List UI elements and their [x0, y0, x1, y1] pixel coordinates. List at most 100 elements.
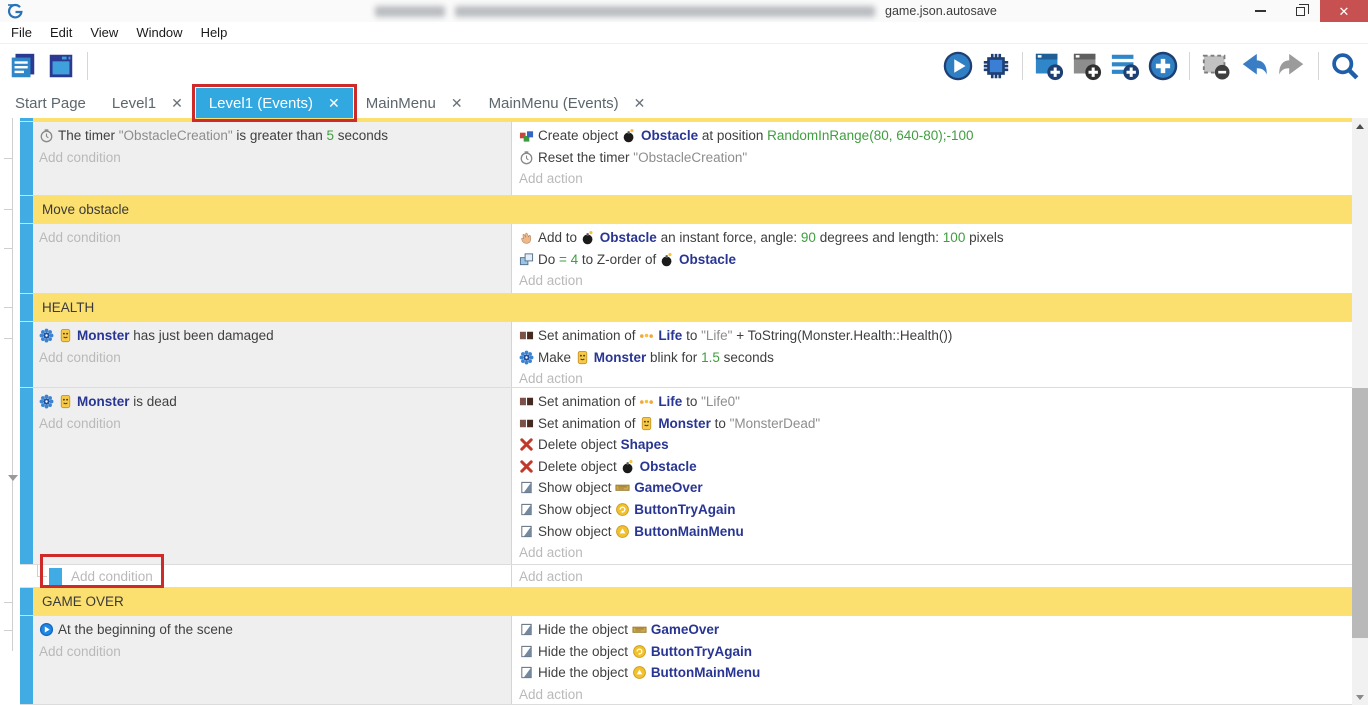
search-button[interactable] — [1328, 49, 1362, 83]
button-yellow2-icon — [632, 665, 647, 680]
restore-button[interactable] — [1280, 0, 1320, 22]
event-selection-bar[interactable] — [20, 616, 33, 704]
add-condition-link[interactable]: Add condition — [39, 147, 511, 169]
action-line[interactable]: Make Monster blink for 1.5 seconds — [519, 347, 1352, 369]
event-selection-bar[interactable] — [20, 388, 33, 564]
add-condition-link[interactable]: Add condition — [39, 641, 511, 663]
add-action-link[interactable]: Add action — [519, 368, 1352, 390]
menu-file[interactable]: File — [2, 22, 41, 43]
menu-help[interactable]: Help — [192, 22, 237, 43]
tab-start-page[interactable]: Start Page — [2, 88, 99, 118]
comment-label[interactable]: Move obstacle — [33, 196, 1352, 223]
add-condition-link[interactable]: Add condition — [71, 569, 153, 584]
visibility-icon — [519, 502, 534, 517]
action-line[interactable]: Hide the object ButtonMainMenu — [519, 662, 1352, 684]
event-selection-bar[interactable] — [20, 322, 33, 387]
tab-close-icon[interactable]: ✕ — [171, 95, 183, 112]
event-selection-bar[interactable] — [20, 588, 33, 615]
text-fragment: is greater than — [233, 128, 327, 143]
tab-mainmenu[interactable]: MainMenu✕ — [353, 88, 476, 118]
menu-window[interactable]: Window — [127, 22, 191, 43]
action-line[interactable]: Set animation of Monster to "MonsterDead… — [519, 413, 1352, 435]
vertical-scrollbar[interactable] — [1352, 118, 1368, 705]
redo-button[interactable] — [1275, 49, 1309, 83]
comment-label[interactable]: GAME OVER — [33, 588, 1352, 615]
add-subevent-button[interactable] — [1070, 49, 1104, 83]
toolbar-separator — [1189, 52, 1190, 80]
scrollbar-thumb[interactable] — [1352, 388, 1368, 638]
text-fragment: to Z-order of — [578, 252, 660, 267]
menu-edit[interactable]: Edit — [41, 22, 81, 43]
menu-view[interactable]: View — [81, 22, 127, 43]
action-line[interactable]: Set animation of Life to "Life" + ToStri… — [519, 325, 1352, 347]
event-selection-bar[interactable] — [20, 122, 33, 195]
condition-line[interactable]: At the beginning of the scene — [39, 619, 511, 641]
object-name: Obstacle — [641, 128, 698, 143]
add-comment-button[interactable] — [1108, 49, 1142, 83]
play-button[interactable] — [941, 49, 975, 83]
add-action-link[interactable]: Add action — [519, 168, 1352, 190]
event-selection-bar[interactable] — [49, 568, 62, 585]
action-line[interactable]: Reset the timer "ObstacleCreation" — [519, 147, 1352, 169]
add-event-button[interactable] — [1032, 49, 1066, 83]
tree-tick — [4, 307, 13, 308]
action-line[interactable]: Do = 4 to Z-order of Obstacle — [519, 249, 1352, 271]
string-parameter: "Life" — [701, 328, 732, 343]
expression-value: = 4 — [559, 252, 578, 267]
tab-mainmenu-events-[interactable]: MainMenu (Events)✕ — [476, 88, 659, 118]
button-yellow-icon — [615, 502, 630, 517]
add-condition-link[interactable]: Add condition — [39, 227, 511, 249]
expression-value: 5 — [326, 128, 334, 143]
action-line[interactable]: Show object ButtonMainMenu — [519, 521, 1352, 543]
add-circle-button[interactable] — [1146, 49, 1180, 83]
add-action-link[interactable]: Add action — [519, 684, 1352, 705]
tab-close-icon[interactable]: ✕ — [451, 95, 463, 112]
action-line[interactable]: Delete object Shapes — [519, 434, 1352, 456]
scroll-down-button[interactable] — [1352, 689, 1368, 705]
comment-label[interactable]: HEALTH — [33, 294, 1352, 321]
expand-collapse-arrow-icon[interactable] — [8, 475, 18, 481]
object-name: Shapes — [621, 437, 669, 452]
condition-line[interactable]: Monster has just been damaged — [39, 325, 511, 347]
subevent-row: Add condition Add action — [20, 565, 1352, 588]
text-fragment: Set animation of — [538, 416, 639, 431]
event-selection-bar[interactable] — [20, 294, 33, 321]
close-button[interactable]: ✕ — [1320, 0, 1368, 22]
create-object-icon — [519, 128, 534, 143]
event-selection-bar[interactable] — [20, 118, 33, 121]
tab-level1[interactable]: Level1✕ — [99, 88, 196, 118]
action-line[interactable]: Show object GameOver — [519, 477, 1352, 499]
add-action-link[interactable]: Add action — [519, 270, 1352, 292]
debug-button[interactable] — [979, 49, 1013, 83]
action-line[interactable]: Hide the object ButtonTryAgain — [519, 641, 1352, 663]
condition-line[interactable]: The timer "ObstacleCreation" is greater … — [39, 125, 511, 147]
scene-editor-button[interactable] — [44, 49, 78, 83]
life-icon — [639, 328, 654, 343]
event-selection-bar[interactable] — [20, 196, 33, 223]
add-action-link[interactable]: Add action — [519, 542, 1352, 564]
scroll-up-button[interactable] — [1352, 118, 1368, 134]
add-condition-link[interactable]: Add condition — [39, 413, 511, 435]
minimize-button[interactable] — [1240, 0, 1280, 22]
event-selection-bar[interactable] — [20, 224, 33, 293]
comment-label[interactable] — [33, 118, 1352, 121]
tab-close-icon[interactable]: ✕ — [634, 95, 646, 112]
add-action-link[interactable]: Add action — [519, 569, 583, 584]
undo-button[interactable] — [1237, 49, 1271, 83]
remove-event-button[interactable] — [1199, 49, 1233, 83]
tab-close-icon[interactable]: ✕ — [328, 95, 340, 112]
conditions-panel: Monster is deadAdd condition — [33, 388, 511, 564]
comment-row: HEALTH — [20, 294, 1352, 322]
project-manager-button[interactable] — [6, 49, 40, 83]
condition-line[interactable]: Monster is dead — [39, 391, 511, 413]
behavior-icon — [519, 350, 534, 365]
bomb-icon — [621, 459, 636, 474]
tab-level1-events-[interactable]: Level1 (Events)✕ — [196, 88, 353, 118]
add-condition-link[interactable]: Add condition — [39, 347, 511, 369]
action-line[interactable]: Add to Obstacle an instant force, angle:… — [519, 227, 1352, 249]
action-line[interactable]: Create object Obstacle at position Rando… — [519, 125, 1352, 147]
action-line[interactable]: Set animation of Life to "Life0" — [519, 391, 1352, 413]
action-line[interactable]: Delete object Obstacle — [519, 456, 1352, 478]
action-line[interactable]: Show object ButtonTryAgain — [519, 499, 1352, 521]
action-line[interactable]: Hide the object GameOver — [519, 619, 1352, 641]
